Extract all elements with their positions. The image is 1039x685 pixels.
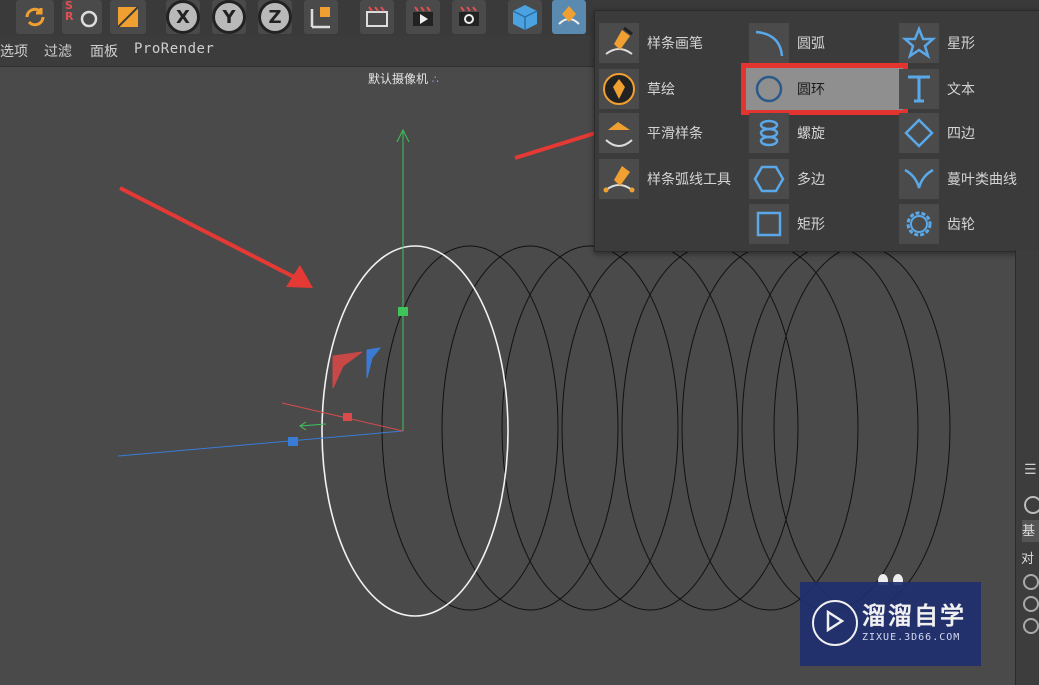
menu-item-text[interactable]: 文本: [899, 69, 975, 109]
reset-icon: [80, 10, 98, 28]
spline-popup-menu: 样条画笔 草绘 平滑样条 样条弧线工具 圆弧 圆环 螺旋 多边 矩形 星形 文本…: [594, 10, 1039, 252]
rectangle-icon: [756, 211, 782, 237]
circle-icon: [755, 75, 783, 103]
cube-icon: [512, 5, 538, 30]
radio-button[interactable]: [1023, 596, 1039, 612]
menu-item-label: 齿轮: [947, 217, 975, 233]
circle-spline[interactable]: [321, 245, 509, 617]
sr-letters: SR: [65, 0, 74, 23]
clapper-icon: [366, 6, 388, 27]
basic-tab[interactable]: 基: [1022, 520, 1039, 542]
rotate-tool-button[interactable]: [16, 0, 54, 34]
menu-item-label: 草绘: [647, 82, 675, 98]
watermark-url: ZIXUE.3D66.COM: [862, 632, 961, 643]
menu-item-label: 多边: [797, 172, 825, 188]
axis-y-button[interactable]: Y: [212, 0, 246, 34]
cog-icon: [906, 211, 932, 237]
axis-x-button[interactable]: X: [166, 0, 200, 34]
render-picture-viewer-button[interactable]: [406, 0, 440, 34]
menu-item-label: 平滑样条: [647, 126, 703, 142]
red-flag-icon: [332, 351, 363, 389]
viewport-menubar: 选项 过滤 面板 ProRender: [0, 36, 600, 67]
helix-spline[interactable]: [381, 245, 951, 611]
menu-item-label: 蔓叶类曲线: [947, 172, 1017, 188]
z-axis-line: [117, 430, 404, 457]
pen-icon: [558, 6, 580, 25]
menu-item-circle[interactable]: 圆环: [741, 63, 908, 115]
play-icon: [413, 6, 433, 26]
arc-icon: [755, 30, 784, 57]
render-settings-button[interactable]: [452, 0, 486, 34]
menu-prorender[interactable]: ProRender: [134, 41, 214, 57]
axis-z-icon: Z: [258, 0, 292, 34]
menu-item-helix[interactable]: 螺旋: [749, 113, 825, 153]
render-view-button[interactable]: [360, 0, 394, 34]
helix-icon: [759, 119, 779, 147]
spline-arc-tool-icon: [603, 166, 635, 193]
menu-lines-icon[interactable]: ☰: [1024, 462, 1037, 478]
axis-y-icon: Y: [212, 0, 246, 34]
spline-pen-button[interactable]: [552, 0, 586, 34]
spline-pen-icon: [605, 26, 633, 55]
menu-filter[interactable]: 过滤: [44, 41, 72, 61]
refresh-icon: [25, 7, 45, 27]
menu-item-label: 圆弧: [797, 36, 825, 52]
smooth-spline-icon: [605, 122, 633, 147]
menu-item-cog[interactable]: 齿轮: [899, 204, 975, 244]
menu-item-label: 样条画笔: [647, 36, 703, 52]
menu-panel[interactable]: 面板: [90, 41, 118, 61]
menu-item-star[interactable]: 星形: [899, 23, 975, 63]
snap-icon: [117, 6, 139, 28]
menu-item-label: 四边: [947, 126, 975, 142]
axis-z-button[interactable]: Z: [258, 0, 292, 34]
x-axis-line: [281, 402, 404, 432]
coordinate-system-button[interactable]: [304, 0, 338, 34]
blue-flag-icon: [366, 347, 382, 379]
y-axis-handle[interactable]: [398, 307, 408, 316]
text-icon: [908, 75, 930, 103]
star-icon: [902, 26, 936, 59]
menu-item-label: 文本: [947, 82, 975, 98]
sketch-icon: [603, 73, 635, 105]
menu-item-four-side[interactable]: 四边: [899, 113, 975, 153]
hexagon-icon: [753, 165, 785, 193]
cissoid-icon: [904, 168, 934, 189]
menu-item-label: 样条弧线工具: [647, 172, 731, 188]
cube-object-button[interactable]: [508, 0, 542, 34]
diamond-icon: [904, 118, 934, 148]
watermark-logo: 溜溜自学 ZIXUE.3D66.COM: [800, 582, 981, 666]
menu-item-polygon[interactable]: 多边: [749, 159, 825, 199]
z-axis-handle[interactable]: [288, 437, 298, 446]
play-logo-icon: [812, 600, 858, 646]
menu-item-spline-pen[interactable]: 样条画笔: [599, 23, 703, 63]
circle-mode-icon[interactable]: [1024, 496, 1039, 514]
camera-name: 默认摄像机: [368, 72, 429, 86]
menu-item-smooth-spline[interactable]: 平滑样条: [599, 113, 703, 153]
radio-button[interactable]: [1023, 618, 1039, 634]
camera-dots: ∴: [431, 73, 439, 86]
radio-button[interactable]: [1023, 574, 1039, 590]
menu-item-label: 星形: [947, 36, 975, 52]
object-label: 对: [1021, 552, 1035, 567]
menu-item-label: 圆环: [797, 82, 825, 98]
menu-item-cissoid[interactable]: 蔓叶类曲线: [899, 159, 1017, 199]
menu-item-rectangle[interactable]: 矩形: [749, 204, 825, 244]
menu-options[interactable]: 选项: [0, 41, 28, 61]
x-axis-handle[interactable]: [343, 413, 352, 421]
transform-reset-button[interactable]: SR: [62, 0, 102, 34]
gear-icon: [459, 6, 479, 26]
watermark-title: 溜溜自学: [862, 602, 966, 630]
menu-item-arc[interactable]: 圆弧: [749, 23, 825, 63]
menu-item-spline-arc-tool[interactable]: 样条弧线工具: [599, 159, 731, 199]
camera-label: 默认摄像机 ∴: [368, 70, 439, 87]
axis-x-icon: X: [166, 0, 200, 34]
menu-item-label: 螺旋: [797, 126, 825, 142]
menu-item-sketch[interactable]: 草绘: [599, 69, 675, 109]
annotation-arrow-left: [119, 186, 297, 280]
snap-button[interactable]: [110, 0, 146, 34]
menu-item-label: 矩形: [797, 217, 825, 233]
coordinate-icon: [310, 7, 330, 29]
